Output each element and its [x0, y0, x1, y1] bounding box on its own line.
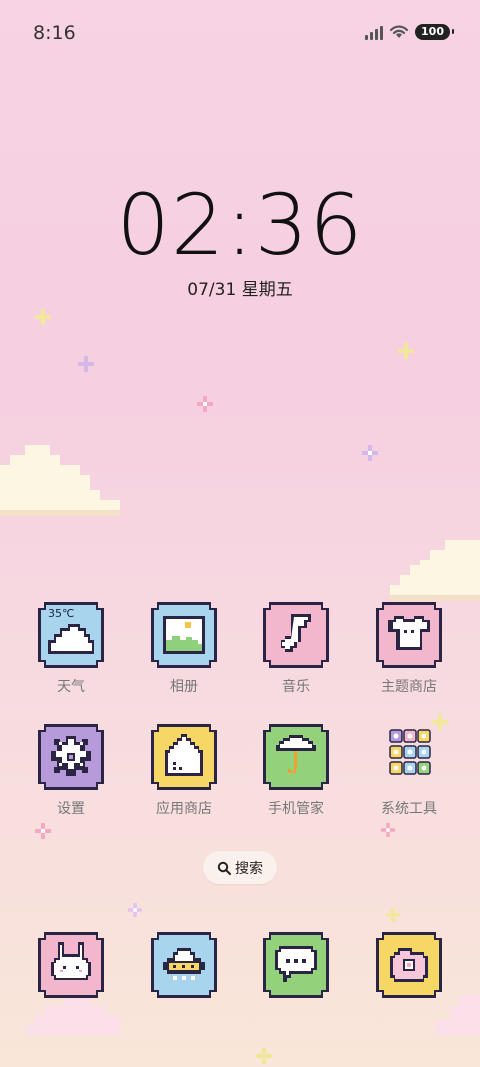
app-label: 应用商店 — [156, 801, 212, 817]
sparkle-icon — [35, 823, 51, 839]
sparkle-icon — [362, 445, 378, 461]
music-note-icon — [263, 602, 329, 668]
sparkle-icon — [197, 396, 213, 412]
app-label: 相册 — [170, 679, 198, 695]
app-theme-store[interactable]: 主题商店 — [364, 600, 454, 696]
search-label: 搜索 — [235, 860, 263, 877]
sparkle-icon — [78, 356, 94, 372]
house-icon — [151, 724, 217, 790]
search-button[interactable]: 搜索 — [203, 851, 277, 884]
battery-icon: 100 — [415, 24, 454, 40]
sparkle-icon — [256, 1048, 272, 1064]
bunny-icon — [38, 932, 104, 998]
app-music[interactable]: 音乐 — [251, 600, 341, 696]
sparkle-icon — [386, 908, 400, 922]
cloud-decoration — [390, 540, 480, 601]
cloud-decoration — [0, 445, 120, 516]
status-bar: 8:16 100 — [0, 0, 480, 66]
sparkle-icon — [398, 343, 414, 359]
camera-icon — [376, 932, 442, 998]
app-label: 主题商店 — [381, 679, 437, 695]
status-icons: 100 — [365, 24, 454, 40]
dock-app-phone[interactable] — [26, 930, 116, 1000]
tshirt-icon — [376, 602, 442, 668]
ufo-icon — [151, 932, 217, 998]
umbrella-icon — [263, 724, 329, 790]
chat-bubble-icon — [263, 932, 329, 998]
gallery-picture-icon — [151, 602, 217, 668]
weather-temp: 35℃ — [48, 607, 75, 620]
app-settings[interactable]: 设置 — [26, 722, 116, 818]
sparkle-icon — [381, 823, 395, 837]
app-app-store[interactable]: 应用商店 — [139, 722, 229, 818]
signal-icon — [365, 24, 384, 40]
app-label: 系统工具 — [381, 801, 437, 817]
big-clock[interactable]: 02:36 — [0, 176, 480, 274]
app-label: 手机管家 — [268, 801, 324, 817]
dock-app-messages[interactable] — [251, 930, 341, 1000]
app-label: 设置 — [57, 801, 85, 817]
cloud-decoration — [25, 995, 120, 1035]
date-text[interactable]: 07/31 星期五 — [0, 275, 480, 300]
dock-app-browser[interactable] — [139, 930, 229, 1000]
app-label: 天气 — [57, 679, 85, 695]
gear-icon — [38, 724, 104, 790]
status-time: 8:16 — [33, 22, 76, 44]
app-system-tools-folder[interactable]: 系统工具 — [364, 722, 454, 818]
app-weather[interactable]: 35℃ 天气 — [26, 600, 116, 696]
app-phone-manager[interactable]: 手机管家 — [251, 722, 341, 818]
search-icon — [217, 861, 231, 875]
folder-grid-icon — [389, 729, 431, 775]
dock-app-camera[interactable] — [364, 930, 454, 1000]
sparkle-icon — [128, 903, 142, 917]
app-gallery[interactable]: 相册 — [139, 600, 229, 696]
wifi-icon — [389, 25, 409, 38]
sparkle-icon — [35, 309, 51, 325]
app-label: 音乐 — [282, 679, 310, 695]
